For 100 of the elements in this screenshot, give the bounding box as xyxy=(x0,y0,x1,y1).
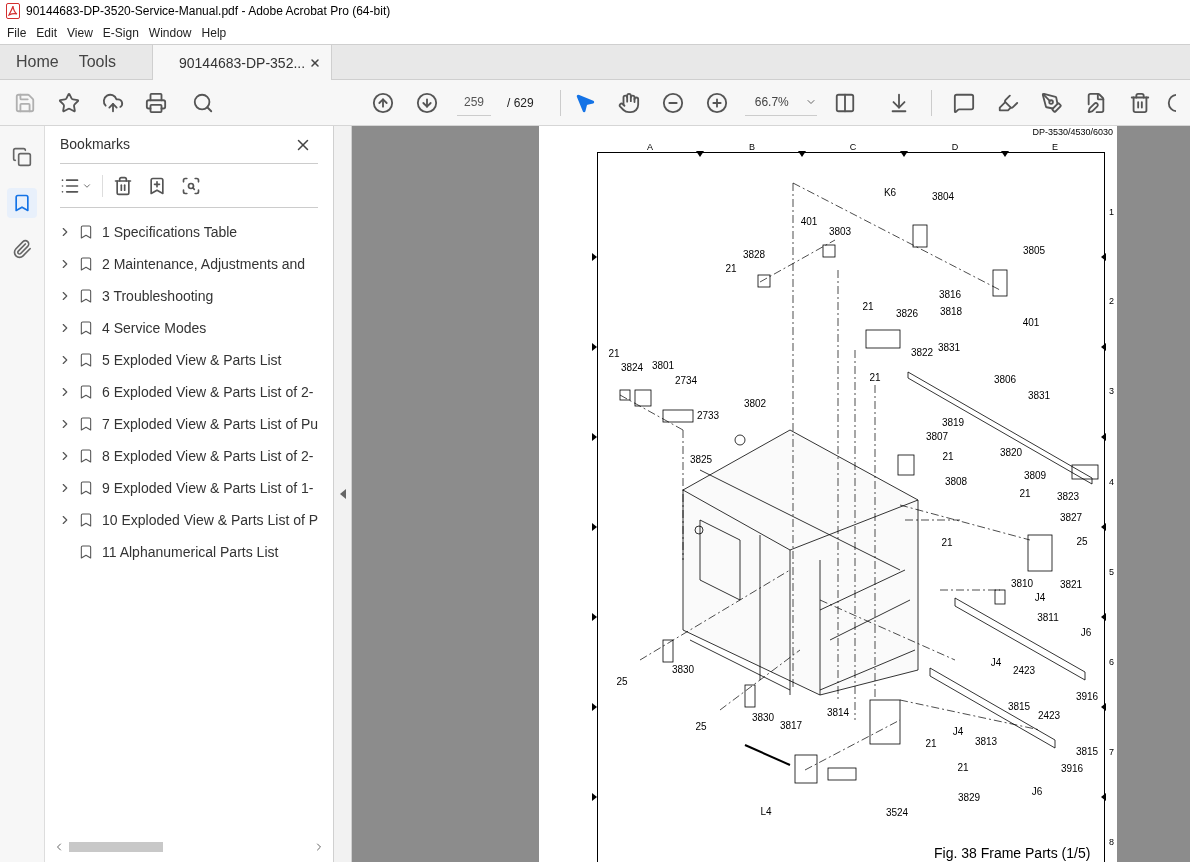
callout-label: 3818 xyxy=(939,305,963,317)
grid-column-label: C xyxy=(849,142,857,152)
callout-label: 2423 xyxy=(1012,664,1036,676)
grid-row-label: 4 xyxy=(1109,477,1114,487)
bookmark-icon xyxy=(78,320,94,336)
callout-label: J4 xyxy=(1034,591,1046,603)
callout-label: 3819 xyxy=(941,416,965,428)
collapse-panel-icon[interactable] xyxy=(339,489,346,499)
callout-label: 3801 xyxy=(651,359,675,371)
menu-item[interactable]: View xyxy=(62,24,98,42)
callout-label: K6 xyxy=(883,186,897,198)
zoom-field[interactable]: 66.7% xyxy=(744,89,817,116)
grid-row-label: 5 xyxy=(1109,567,1114,577)
callout-label: 21 xyxy=(608,347,620,359)
callout-label: 3811 xyxy=(1037,611,1059,623)
callout-label: 2423 xyxy=(1037,709,1061,721)
document-tab[interactable]: 90144683-DP-352... xyxy=(152,45,332,81)
callout-label: 3807 xyxy=(925,430,949,442)
bookmark-icon xyxy=(78,256,94,272)
callout-label: 3829 xyxy=(957,791,981,803)
bookmark-item[interactable]: 2 Maintenance, Adjustments and xyxy=(45,248,333,280)
bookmark-icon[interactable] xyxy=(7,188,37,218)
menu-item[interactable]: E-Sign xyxy=(97,24,144,42)
callout-label: 3806 xyxy=(993,373,1017,385)
callout-label: 3808 xyxy=(944,475,968,487)
callout-label: 3831 xyxy=(1027,389,1051,401)
bookmark-item[interactable]: 7 Exploded View & Parts List of Pu xyxy=(45,408,333,440)
add-bookmark-icon[interactable] xyxy=(147,175,167,196)
bookmark-item[interactable]: 10 Exploded View & Parts List of P xyxy=(45,504,333,536)
callout-label: 21 xyxy=(869,371,881,383)
page-number-field[interactable]: 259 xyxy=(457,89,491,116)
menu-item[interactable]: Help xyxy=(196,24,232,42)
bookmark-icon xyxy=(78,224,94,240)
grid-row-label: 8 xyxy=(1109,837,1114,847)
grid-row-label: 2 xyxy=(1109,296,1114,306)
app-logo-icon xyxy=(6,3,20,19)
bookmark-item[interactable]: 3 Troubleshooting xyxy=(45,280,333,312)
grid-column-label: D xyxy=(951,142,959,152)
trash-icon[interactable] xyxy=(113,175,133,196)
bookmark-label: 10 Exploded View & Parts List of P xyxy=(102,510,319,530)
bookmark-item[interactable]: 5 Exploded View & Parts List xyxy=(45,344,333,376)
menu-item[interactable]: Window xyxy=(143,24,197,42)
bookmark-icon xyxy=(78,512,94,528)
bookmark-icon xyxy=(78,448,94,464)
callout-label: 3827 xyxy=(1059,511,1083,523)
callout-label: J6 xyxy=(1031,785,1043,797)
callout-label: 21 xyxy=(941,536,953,548)
bookmark-item[interactable]: 4 Service Modes xyxy=(45,312,333,344)
bookmark-item[interactable]: 1 Specifications Table xyxy=(45,216,333,248)
callout-label: 25 xyxy=(616,675,628,687)
callout-label: 2733 xyxy=(696,409,720,421)
bookmark-icon xyxy=(78,384,94,400)
callout-label: 21 xyxy=(957,761,969,773)
grid-column-label: B xyxy=(749,142,755,152)
bookmark-icon xyxy=(78,352,94,368)
callout-label: L4 xyxy=(760,805,772,817)
bookmark-item[interactable]: 6 Exploded View & Parts List of 2- xyxy=(45,376,333,408)
bookmark-label: 11 Alphanumerical Parts List xyxy=(102,542,279,562)
scrollbar-thumb[interactable] xyxy=(69,842,163,852)
menu-item[interactable]: Edit xyxy=(31,24,63,42)
bookmark-label: 1 Specifications Table xyxy=(102,222,238,242)
callout-label: 3817 xyxy=(779,719,803,731)
callout-label: 3816 xyxy=(938,288,962,300)
bookmark-icon xyxy=(78,416,94,432)
bookmark-label: 5 Exploded View & Parts List xyxy=(102,350,282,370)
grid-column-label: A xyxy=(647,142,653,152)
callout-label: 3821 xyxy=(1059,578,1083,590)
nav-tab[interactable]: Home xyxy=(6,45,69,79)
close-icon[interactable] xyxy=(309,57,321,69)
callout-label: 3822 xyxy=(910,346,934,358)
bookmark-icon xyxy=(78,480,94,496)
callout-label: 3825 xyxy=(689,453,713,465)
callout-label: 3813 xyxy=(974,735,998,747)
callout-label: J4 xyxy=(990,656,1002,668)
callout-label: 25 xyxy=(695,720,707,732)
callout-label: 3810 xyxy=(1010,577,1034,589)
grid-row-label: 3 xyxy=(1109,386,1114,396)
bookmark-label: 8 Exploded View & Parts List of 2- xyxy=(102,446,314,466)
tab-label: 90144683-DP-352... xyxy=(179,53,306,73)
panel-title: Bookmarks xyxy=(60,135,131,154)
menu-item[interactable]: File xyxy=(2,24,32,42)
find-bookmark-icon[interactable] xyxy=(181,175,201,196)
callout-label: 3805 xyxy=(1022,244,1046,256)
callout-label: 21 xyxy=(942,450,954,462)
callout-label: 3804 xyxy=(931,190,955,202)
callout-label: 21 xyxy=(862,300,874,312)
nav-tab[interactable]: Tools xyxy=(68,45,127,79)
grid-row-label: 1 xyxy=(1109,207,1114,217)
callout-label: 3826 xyxy=(895,307,919,319)
callout-label: 21 xyxy=(725,262,737,274)
callout-label: 3916 xyxy=(1075,690,1099,702)
bookmark-item[interactable]: 9 Exploded View & Parts List of 1- xyxy=(45,472,333,504)
callout-label: 3815 xyxy=(1075,745,1099,757)
figure-caption: Fig. 38 Frame Parts (1/5) xyxy=(934,845,1091,861)
callout-label: 3823 xyxy=(1056,490,1080,502)
callout-label: 3809 xyxy=(1023,469,1047,481)
bookmark-label: 3 Troubleshooting xyxy=(102,286,214,306)
bookmark-item[interactable]: 8 Exploded View & Parts List of 2- xyxy=(45,440,333,472)
bookmark-item[interactable]: 11 Alphanumerical Parts List xyxy=(45,536,333,568)
callout-label: 3814 xyxy=(826,706,850,718)
